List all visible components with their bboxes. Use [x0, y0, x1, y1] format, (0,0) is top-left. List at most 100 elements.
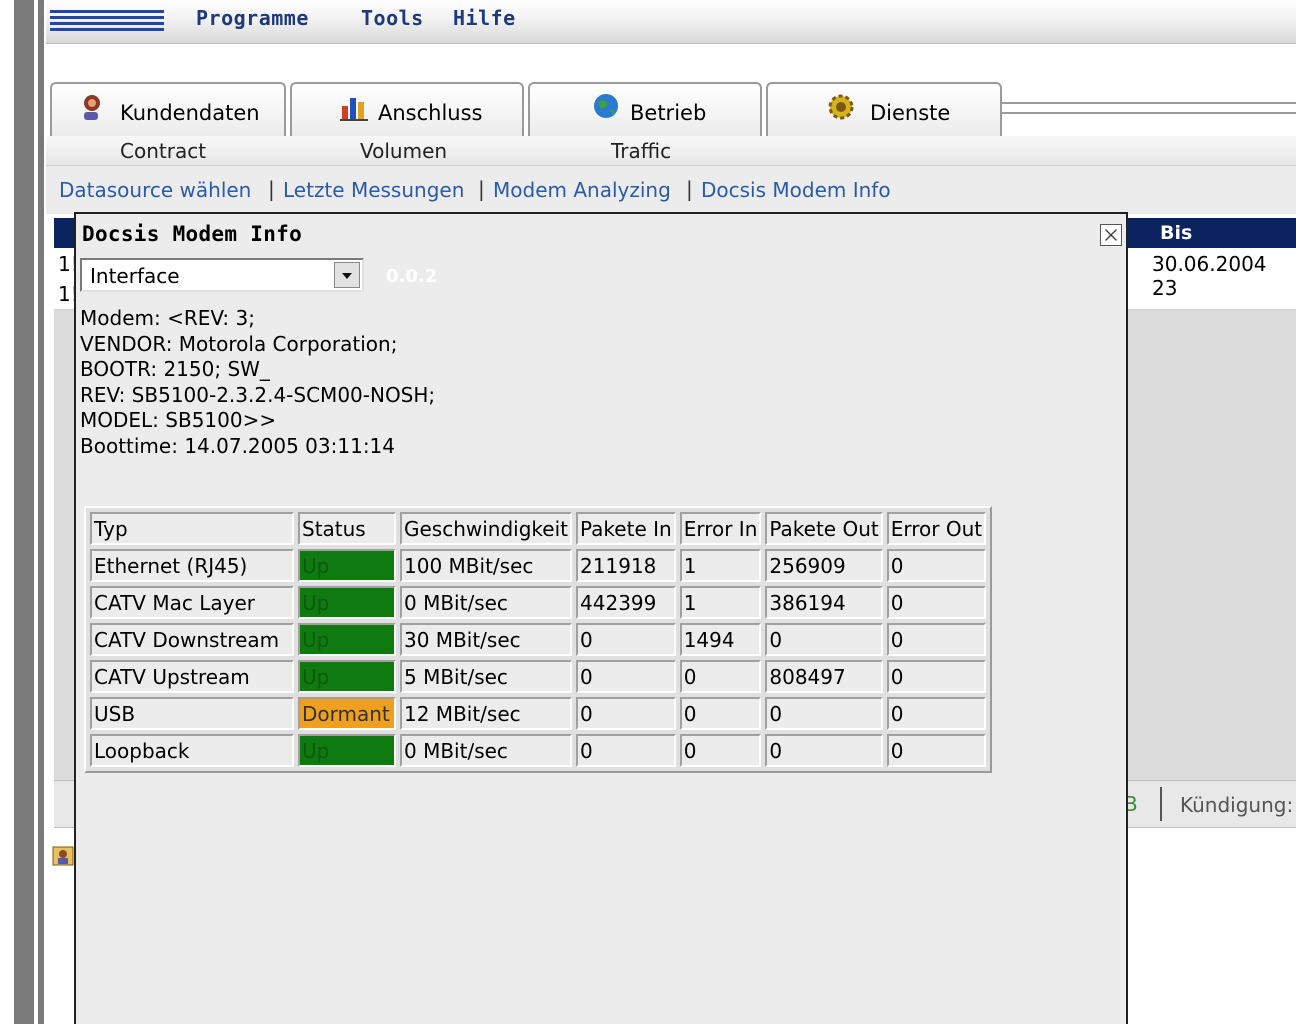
cell-pakete-out: 808497: [765, 660, 883, 693]
tab-label: Betrieb: [630, 101, 707, 125]
cell-status: Up: [298, 623, 396, 656]
link-docsis-modem-info[interactable]: Docsis Modem Info: [701, 178, 891, 202]
column-header-status: Status: [298, 512, 396, 545]
cell-error-in: 1494: [679, 623, 762, 656]
cell-error-out: 0: [886, 734, 987, 767]
cell-error-out: 0: [886, 697, 987, 730]
cell-status: Up: [298, 660, 396, 693]
tab-bar-line: [1002, 102, 1296, 114]
cell-pakete-out: 0: [765, 734, 883, 767]
cell-error-out: 0: [886, 586, 987, 619]
tab-dienste[interactable]: Dienste: [766, 82, 1002, 136]
cell-error-in: 0: [679, 660, 762, 693]
user-key-icon: [84, 95, 100, 120]
docsis-modem-info-dialog: Docsis Modem Info Interface 0.0.2 Modem:…: [74, 212, 1128, 1024]
cell-pakete-in: 0: [576, 660, 676, 693]
cell-status: Up: [298, 734, 396, 767]
cell-pakete-out: 0: [765, 623, 883, 656]
tab-kundendaten[interactable]: Kundendaten: [50, 82, 286, 136]
link-datasource-waehlen[interactable]: Datasource wählen: [59, 178, 251, 202]
cell-geschwindigkeit: 30 MBit/sec: [400, 623, 573, 656]
cell-error-in: 1: [679, 549, 762, 582]
breadcrumb: Datasource wählen | Letzte Messungen | M…: [46, 166, 1296, 214]
cell-status: Up: [298, 586, 396, 619]
cell-typ: CATV Downstream: [90, 623, 294, 656]
faint-version-text: 0.0.2: [386, 266, 438, 287]
gear-icon: [828, 94, 854, 120]
menu-bar: Programme Tools Hilfe: [46, 0, 1296, 44]
cell-typ: USB: [90, 697, 294, 730]
subtab-contract[interactable]: Contract: [120, 139, 206, 163]
company-logo: [50, 8, 164, 32]
table-row: CATV Upstream Up 5 MBit/sec 0 0 808497 0: [90, 660, 987, 693]
cell-geschwindigkeit: 12 MBit/sec: [400, 697, 573, 730]
table-header-row: Typ Status Geschwindigkeit Pakete In Err…: [90, 512, 987, 545]
dialog-title: Docsis Modem Info: [82, 222, 303, 246]
tab-label: Anschluss: [378, 101, 483, 125]
interface-table: Typ Status Geschwindigkeit Pakete In Err…: [84, 506, 993, 773]
modem-info-line: BOOTR: 2150; SW_: [80, 357, 270, 382]
tab-betrieb[interactable]: Betrieb: [528, 82, 762, 136]
column-header-error-in: Error In: [679, 512, 762, 545]
cell-pakete-in: 211918: [576, 549, 676, 582]
close-button[interactable]: [1100, 224, 1122, 246]
cell-error-out: 0: [886, 623, 987, 656]
menu-programme[interactable]: Programme: [196, 6, 309, 30]
column-header-pakete-in: Pakete In: [576, 512, 676, 545]
menu-hilfe[interactable]: Hilfe: [453, 6, 516, 30]
cell-geschwindigkeit: 100 MBit/sec: [400, 549, 573, 582]
cell-pakete-out: 0: [765, 697, 883, 730]
tab-label: Dienste: [870, 101, 951, 125]
table-row: Loopback Up 0 MBit/sec 0 0 0 0: [90, 734, 987, 767]
cell-error-in: 0: [679, 734, 762, 767]
window-left-edge: [0, 0, 46, 1024]
cell-error-in: 0: [679, 697, 762, 730]
select-dropdown-button[interactable]: [334, 262, 360, 288]
window-frame-stripe: [14, 0, 34, 1024]
modem-info-line: Boottime: 14.07.2005 03:11:14: [80, 433, 396, 458]
modem-info-line: VENDOR: Motorola Corporation;: [80, 331, 398, 356]
table-row: CATV Mac Layer Up 0 MBit/sec 442399 1 38…: [90, 586, 987, 619]
column-header-error-out: Error Out: [886, 512, 987, 545]
window-frame-stripe: [38, 0, 44, 1024]
cell-error-in: 1: [679, 586, 762, 619]
cell-error-out: 0: [886, 549, 987, 582]
cell-pakete-in: 0: [576, 734, 676, 767]
background-row-date: 30.06.2004 23: [1152, 252, 1267, 300]
tab-label: Kundendaten: [120, 101, 260, 125]
subtab-row: Contract Volumen Traffic: [46, 136, 1296, 166]
menu-tools[interactable]: Tools: [361, 6, 424, 30]
cell-typ: Ethernet (RJ45): [90, 549, 294, 582]
cell-geschwindigkeit: 0 MBit/sec: [400, 734, 573, 767]
column-header-geschwindigkeit: Geschwindigkeit: [400, 512, 573, 545]
cell-pakete-in: 0: [576, 623, 676, 656]
link-letzte-messungen[interactable]: Letzte Messungen: [283, 178, 464, 202]
breadcrumb-separator: |: [478, 177, 485, 201]
modem-info-line: REV: SB5100-2.3.2.4-SCM00-NOSH;: [80, 382, 436, 407]
interface-select[interactable]: Interface: [80, 258, 364, 292]
column-header-pakete-out: Pakete Out: [765, 512, 883, 545]
column-header-typ: Typ: [90, 512, 294, 545]
main-tabs: Kundendaten Anschluss Betrieb Dienste Co…: [46, 44, 1296, 166]
tab-anschluss[interactable]: Anschluss: [290, 82, 524, 136]
cell-error-out: 0: [886, 660, 987, 693]
modem-info-line: MODEL: SB5100>>: [80, 408, 277, 433]
cell-typ: CATV Upstream: [90, 660, 294, 693]
interface-select-value: Interface: [90, 264, 180, 288]
table-row: USB Dormant 12 MBit/sec 0 0 0 0: [90, 697, 987, 730]
user-folder-icon[interactable]: [52, 844, 76, 868]
subtab-volumen[interactable]: Volumen: [360, 139, 447, 163]
subtab-traffic[interactable]: Traffic: [611, 139, 671, 163]
column-header-bis: Bis: [1160, 222, 1193, 244]
cell-typ: Loopback: [90, 734, 294, 767]
cell-status: Dormant: [298, 697, 396, 730]
kuendigung-label: Kündigung:: [1180, 793, 1294, 817]
globe-icon: [594, 94, 618, 118]
cell-status: Up: [298, 549, 396, 582]
chevron-down-icon: [342, 273, 352, 279]
link-modem-analyzing[interactable]: Modem Analyzing: [493, 178, 671, 202]
cell-typ: CATV Mac Layer: [90, 586, 294, 619]
breadcrumb-separator: |: [686, 177, 693, 201]
cell-pakete-in: 442399: [576, 586, 676, 619]
bar-chart-icon: [340, 98, 368, 121]
